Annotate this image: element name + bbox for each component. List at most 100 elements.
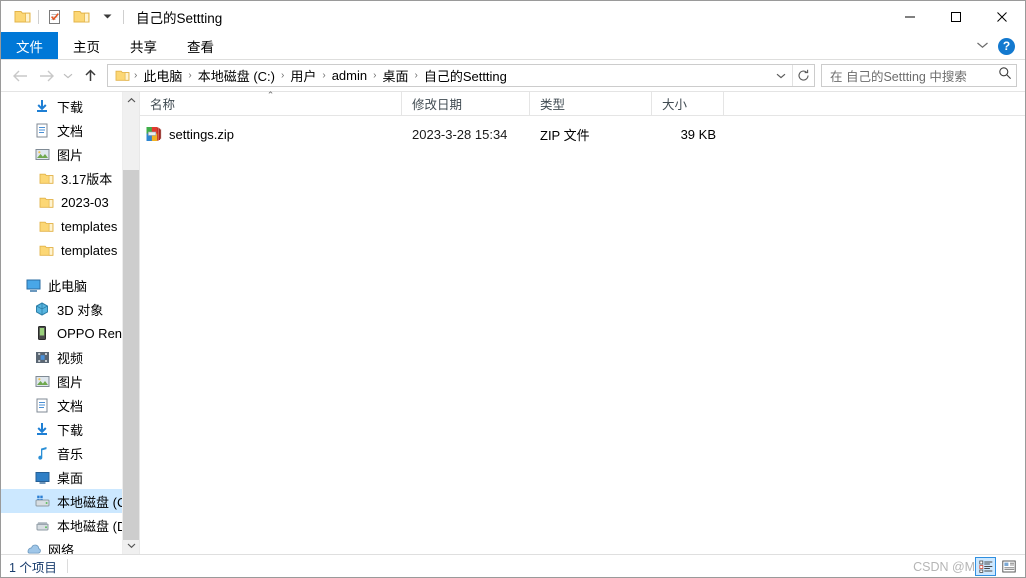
table-row[interactable]: settings.zip 2023-3-28 15:34 ZIP 文件 39 K… [140, 123, 1025, 145]
help-icon[interactable]: ? [998, 37, 1015, 55]
breadcrumb-item-2[interactable]: 用户 [286, 66, 320, 85]
sidebar-item-folder-templates-1[interactable]: templates [1, 214, 139, 238]
new-folder-icon[interactable] [68, 4, 94, 30]
sidebar-label: 2023-03 [61, 194, 109, 210]
search-input[interactable]: 在 自己的Settting 中搜索 [830, 66, 998, 85]
search-box[interactable]: 在 自己的Settting 中搜索 [821, 64, 1017, 87]
folder-icon [36, 241, 56, 259]
sidebar-item-desktop[interactable]: 桌面 [1, 465, 139, 489]
sidebar-label: 3.17版本 [61, 171, 113, 187]
sidebar-item-folder-2023-03[interactable]: 2023-03 [1, 190, 139, 214]
tab-file[interactable]: 文件 [1, 32, 58, 59]
sidebar-label: 图片 [57, 147, 84, 163]
sidebar-label: 此电脑 [48, 278, 88, 294]
breadcrumb-item-0[interactable]: 此电脑 [139, 66, 186, 85]
quick-access-toolbar: 自己的Settting [1, 1, 222, 32]
sidebar-item-3d-objects[interactable]: 3D 对象 [1, 297, 139, 321]
picture-icon [32, 145, 52, 163]
sidebar-item-oppo-reno8[interactable]: OPPO Reno8 5 [1, 321, 139, 345]
column-header-size[interactable]: 大小 [652, 92, 724, 115]
scroll-down-button[interactable] [123, 537, 139, 554]
recent-locations-button[interactable] [59, 63, 77, 89]
3dobject-icon [32, 300, 52, 318]
breadcrumb-sep-3: › [322, 70, 326, 81]
file-name-cell: settings.zip [140, 126, 402, 142]
document-icon [32, 121, 52, 139]
address-bar: › 此电脑 › 本地磁盘 (C:) › 用户 › admin › 桌面 › 自己… [1, 60, 1025, 91]
breadcrumb-item-1[interactable]: 本地磁盘 (C:) [194, 66, 279, 85]
sidebar-item-pictures[interactable]: 图片 [1, 369, 139, 393]
music-icon [32, 444, 52, 462]
maximize-button[interactable] [933, 1, 979, 32]
network-icon [23, 540, 43, 554]
forward-button[interactable] [33, 63, 59, 89]
sidebar-label: 文档 [57, 123, 84, 139]
folder-icon [36, 193, 56, 211]
sidebar-item-videos[interactable]: 视频 [1, 345, 139, 369]
sidebar-label: 文档 [57, 398, 84, 414]
breadcrumb-item-4[interactable]: 桌面 [378, 66, 412, 85]
column-header-date[interactable]: 修改日期 [402, 92, 530, 115]
details-view-button[interactable] [975, 557, 996, 576]
sidebar-item-local-disk-d[interactable]: 本地磁盘 (D:) [1, 513, 139, 537]
sidebar-label: 音乐 [57, 446, 84, 462]
minimize-button[interactable] [887, 1, 933, 32]
sidebar-label: 网络 [48, 542, 75, 555]
sidebar-label: 下载 [57, 99, 84, 115]
tab-share[interactable]: 共享 [115, 32, 172, 59]
breadcrumb-root-icon[interactable] [112, 69, 132, 82]
chevron-down-icon[interactable] [976, 37, 989, 55]
column-label: 类型 [540, 98, 566, 112]
sidebar-item-folder-templates-2[interactable]: templates [1, 238, 139, 262]
explorer-icon[interactable] [9, 4, 35, 30]
up-button[interactable] [77, 63, 103, 89]
breadcrumb-sep-1: › [188, 70, 192, 81]
breadcrumb-item-5[interactable]: 自己的Settting [420, 66, 511, 85]
download-icon [32, 97, 52, 115]
column-header-name[interactable]: ⌃ 名称 [140, 90, 402, 115]
breadcrumb-item-3[interactable]: admin [328, 68, 371, 83]
sidebar-label: templates [61, 242, 118, 258]
refresh-icon[interactable] [792, 65, 814, 86]
document-icon [32, 396, 52, 414]
sidebar-item-local-disk-c[interactable]: 本地磁盘 (C:) [1, 489, 139, 513]
folder-icon [36, 169, 56, 187]
sidebar-item-pictures-qa[interactable]: 图片 [1, 142, 139, 166]
tab-view[interactable]: 查看 [172, 32, 229, 59]
sidebar-item-downloads[interactable]: 下载 [1, 417, 139, 441]
column-header-type[interactable]: 类型 [530, 92, 652, 115]
phone-icon [32, 324, 52, 342]
properties-icon[interactable] [42, 4, 68, 30]
sidebar-label: templates [61, 218, 118, 234]
tab-home[interactable]: 主页 [58, 32, 115, 59]
sidebar-item-network[interactable]: 网络 [1, 537, 139, 554]
sidebar-item-this-pc[interactable]: 此电脑 [1, 273, 139, 297]
address-dropdown-icon[interactable] [770, 65, 792, 86]
customize-qat-icon[interactable] [94, 4, 120, 30]
sidebar-item-documents-qa[interactable]: 文档 [1, 118, 139, 142]
large-icons-view-button[interactable] [998, 557, 1019, 576]
sidebar-item-folder-317[interactable]: 3.17版本 [1, 166, 139, 190]
file-type-cell: ZIP 文件 [540, 127, 590, 143]
sort-ascending-icon: ⌃ [266, 90, 275, 100]
search-icon[interactable] [998, 66, 1012, 85]
status-divider [66, 559, 68, 573]
drive-icon [32, 516, 52, 534]
sidebar-label: 下载 [57, 422, 84, 438]
sidebar-item-documents[interactable]: 文档 [1, 393, 139, 417]
breadcrumb-bar[interactable]: › 此电脑 › 本地磁盘 (C:) › 用户 › admin › 桌面 › 自己… [107, 64, 815, 87]
close-button[interactable] [979, 1, 1025, 32]
sidebar-item-downloads-qa[interactable]: 下载 [1, 94, 139, 118]
scroll-up-button[interactable] [123, 92, 139, 109]
scrollbar-thumb[interactable] [123, 170, 139, 540]
back-button[interactable] [7, 63, 33, 89]
sidebar-label: 桌面 [57, 470, 84, 486]
navigation-scrollbar[interactable] [122, 92, 139, 554]
sidebar-item-music[interactable]: 音乐 [1, 441, 139, 465]
ribbon-tab-bar: 文件 主页 共享 查看 ? [1, 32, 1025, 60]
video-icon [32, 348, 52, 366]
explorer-body: 下载 文档 图片 3.17版本 2023-03 templates templa… [1, 91, 1025, 554]
column-header-row: ⌃ 名称 修改日期 类型 大小 [140, 90, 1025, 116]
file-date-cell: 2023-3-28 15:34 [412, 126, 508, 142]
